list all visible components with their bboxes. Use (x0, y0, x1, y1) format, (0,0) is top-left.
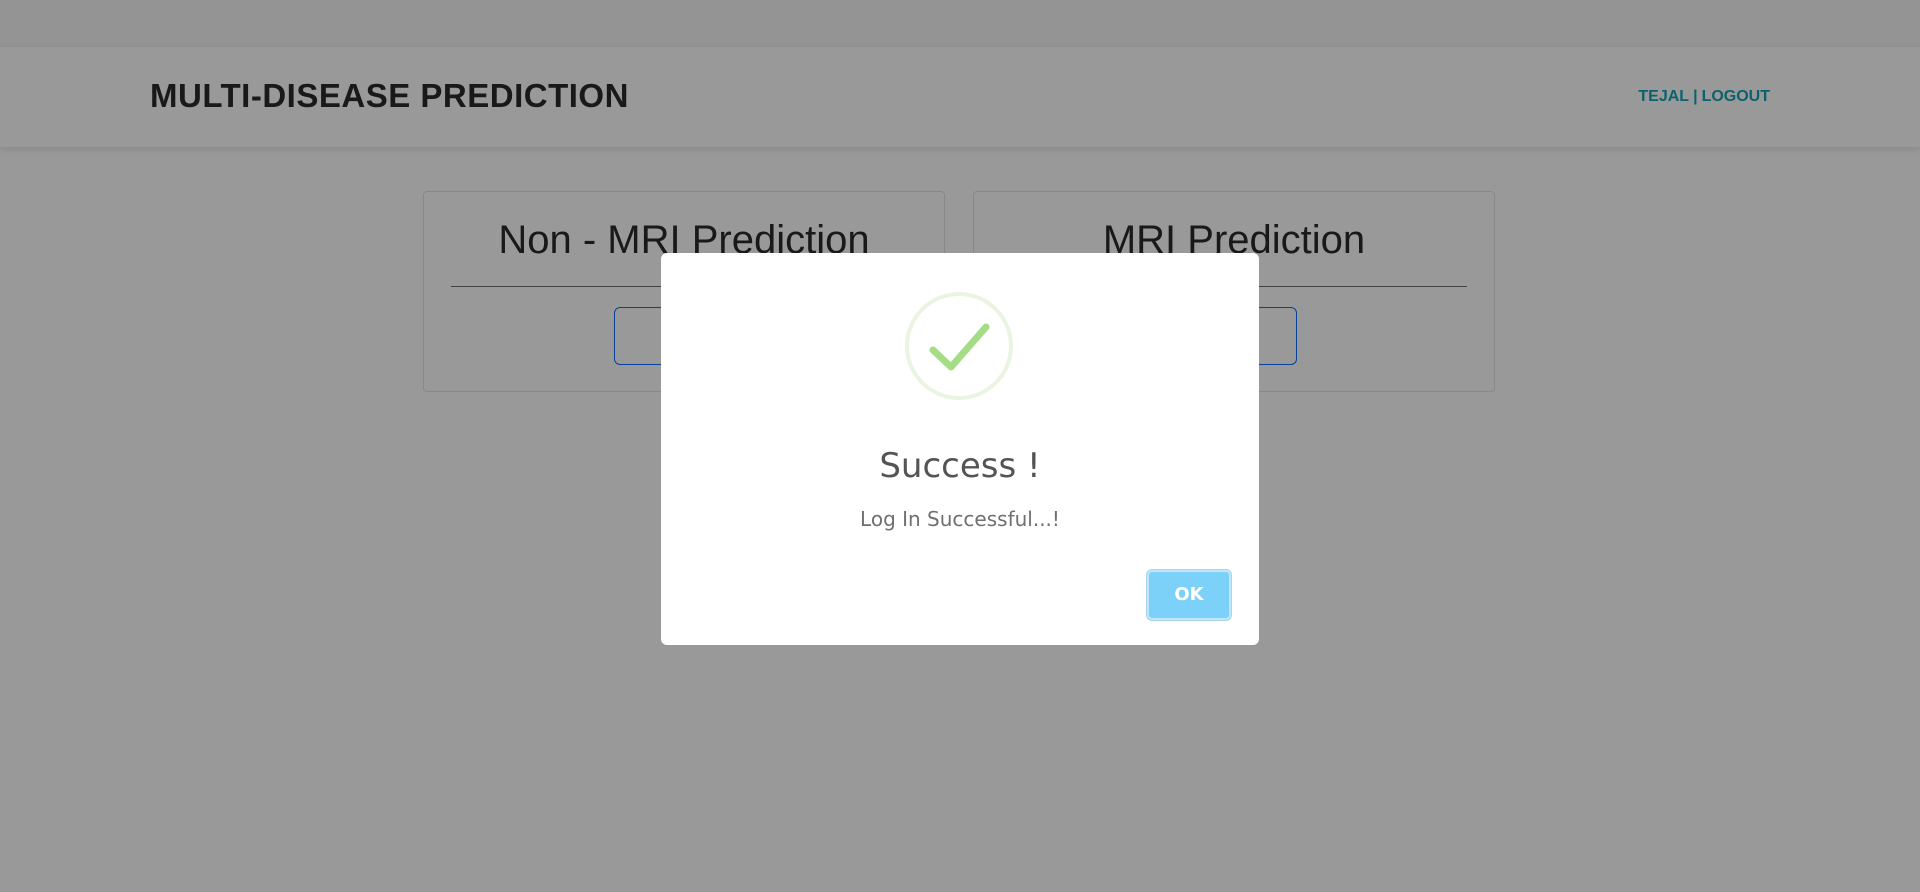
page: MULTI-DISEASE PREDICTION TEJAL | LOGOUT No… (0, 0, 1920, 892)
dialog-message: Log In Successful...! (860, 507, 1060, 531)
checkmark-icon (905, 292, 1013, 400)
success-dialog: Success ! Log In Successful...! OK (661, 253, 1259, 645)
ok-button[interactable]: OK (1147, 570, 1231, 620)
dialog-title: Success ! (879, 446, 1041, 486)
